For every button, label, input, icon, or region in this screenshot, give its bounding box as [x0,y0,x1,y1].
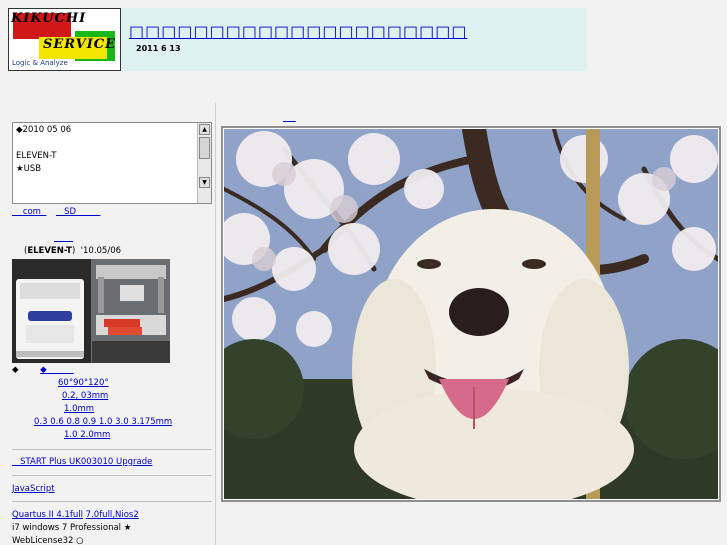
scroll-thumb[interactable] [199,137,210,159]
product-photo[interactable] [12,259,170,363]
site-title-link[interactable]: □□□□□□□□□□□□□□□□□□□□□ [129,22,467,41]
spec-range-link[interactable]: 1.0 2.0mm [64,430,110,440]
com-link[interactable]: com [12,207,46,217]
update-date: 2011 6 13 [136,44,181,53]
sd-link[interactable]: SD [56,207,100,217]
upgrade-link[interactable]: START Plus UK003010 Upgrade [12,457,152,467]
sidebar-divider [12,475,212,476]
spec-pitch-link[interactable]: 0.2, 03mm [62,391,108,401]
quartus-line: Quartus II 4.1full 7.0full,Nios2 [12,510,139,520]
license-text: WebLicense32 ○ [12,536,84,545]
spec-angles-link[interactable]: 60°90°120° [58,378,109,388]
sidebar-divider [12,501,212,502]
spec-bullets: ◆ ◆ [12,365,74,375]
product-photo-image [12,259,170,363]
main-photo [221,126,721,502]
product-caption: (ELEVEN-T) '10.05/06 [24,246,122,256]
news-line: ◆2010 05 06 [16,125,72,135]
logo-tagline: Logic & Analyze [12,59,68,67]
logo-word-kikuchi: KIKUCHI [11,11,87,26]
title-banner: □□□□□□□□□□□□□□□□□□□□□ 2011 6 13 [121,8,587,71]
sidebar-divider [12,449,212,450]
javascript-link[interactable]: JavaScript [12,484,55,494]
dog-photo-image [224,129,718,499]
main-top-link[interactable] [283,113,296,122]
news-line: ★USB [16,164,42,174]
quartus-link-2[interactable]: 7.0full,Nios2 [86,510,139,520]
quartus-link-1[interactable]: Quartus II 4.1full [12,510,83,520]
site-logo[interactable]: KIKUCHI SERVICE Logic & Analyze [8,8,121,71]
scroll-up-arrow-icon[interactable]: ▲ [199,124,210,135]
spec-sizes-link[interactable]: 0.3 0.6 0.8 0.9 1.0 3.0 3.175mm [34,417,172,427]
logo-word-service: SERVICE [43,37,117,52]
scroll-down-arrow-icon[interactable]: ▼ [199,177,210,188]
sidebar: ◆2010 05 06 ELEVEN-T ★USB ▲ ▼ com SD (EL… [0,103,216,545]
news-scrollbar[interactable]: ▲ ▼ [197,123,211,203]
spec-thickness-link[interactable]: 1.0mm [64,404,94,414]
spec-bullet-link[interactable]: ◆ [40,365,74,375]
news-line: ELEVEN-T [16,151,57,161]
environment-text: i7 windows 7 Professional ★ [12,523,132,533]
news-textarea[interactable]: ◆2010 05 06 ELEVEN-T ★USB ▲ ▼ [12,122,212,204]
product-heading-link[interactable] [54,233,73,243]
